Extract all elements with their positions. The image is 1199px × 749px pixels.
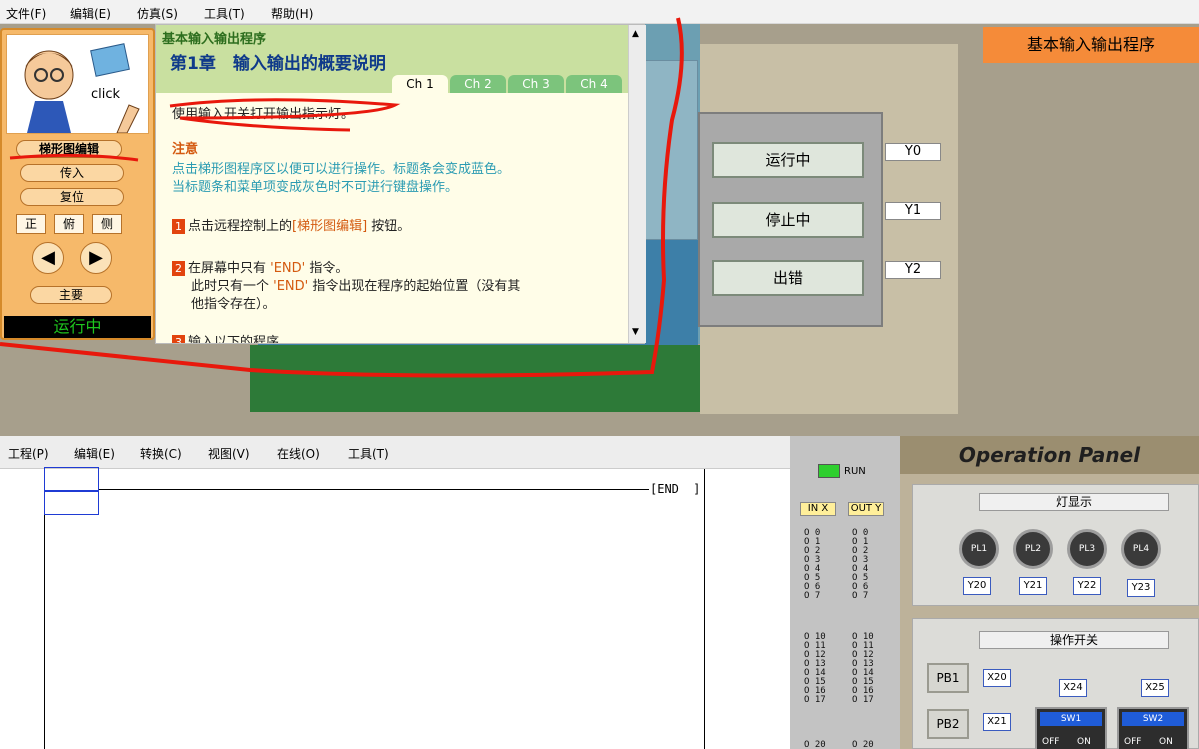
sw1-switch[interactable]: SW1 OFF ON — [1035, 707, 1107, 749]
run-led — [818, 464, 840, 478]
lamp-tag-y22: Y22 — [1073, 577, 1101, 595]
menu-editor-edit[interactable]: 编辑(E) — [74, 445, 115, 462]
input-led-row: O 20 — [804, 740, 826, 749]
operation-panel: Operation Panel 灯显示 PL1 PL2 PL3 PL4 Y20 … — [900, 436, 1199, 749]
io-monitor-panel: RUN IN X OUT Y O 0O 0O 1O 1O 2O 2O 3O 3O… — [790, 436, 900, 749]
menu-convert[interactable]: 转换(C) — [140, 445, 182, 462]
end-rung-line — [99, 489, 649, 490]
input-led-row: O 7 — [804, 591, 821, 601]
output-led-row: O 7 — [852, 591, 869, 601]
ladder-editor-area[interactable] — [0, 469, 790, 749]
sw1-off[interactable]: OFF — [1042, 737, 1059, 747]
switch-section: 操作开关 PB1 X20 X24 X25 PB2 X21 SW1 OFF ON … — [912, 618, 1199, 749]
menu-view[interactable]: 视图(V) — [208, 445, 250, 462]
sw2-label: SW2 — [1122, 712, 1184, 726]
x24-tag: X24 — [1059, 679, 1087, 697]
sw2-off[interactable]: OFF — [1124, 737, 1141, 747]
end-bracket: ] — [694, 482, 699, 496]
menu-editor-tools[interactable]: 工具(T) — [348, 445, 389, 462]
end-instruction: [END — [650, 482, 679, 496]
sw2-switch[interactable]: SW2 OFF ON — [1117, 707, 1189, 749]
x25-tag: X25 — [1141, 679, 1169, 697]
sw1-on[interactable]: ON — [1077, 737, 1091, 747]
sw1-label: SW1 — [1040, 712, 1102, 726]
pb2-button[interactable]: PB2 — [927, 709, 969, 739]
lamp-tag-y20: Y20 — [963, 577, 991, 595]
menu-project[interactable]: 工程(P) — [8, 445, 49, 462]
output-y-label: OUT Y — [848, 502, 884, 516]
lamp-tag-y21: Y21 — [1019, 577, 1047, 595]
right-power-rail — [704, 469, 705, 749]
pb2-tag: X21 — [983, 713, 1011, 731]
sw2-on[interactable]: ON — [1159, 737, 1173, 747]
input-led-row: O 17 — [804, 695, 826, 705]
output-led-row: O 17 — [852, 695, 874, 705]
lamp-pl1: PL1 — [959, 529, 999, 569]
pb1-tag: X20 — [983, 669, 1011, 687]
ladder-editor-menu: 工程(P) 编辑(E) 转换(C) 视图(V) 在线(O) 工具(T) — [0, 436, 790, 469]
run-label: RUN — [844, 466, 866, 477]
lamp-section-title: 灯显示 — [979, 493, 1169, 511]
menu-online[interactable]: 在线(O) — [277, 445, 320, 462]
operation-panel-title: Operation Panel — [900, 436, 1199, 474]
switch-section-title: 操作开关 — [979, 631, 1169, 649]
lamp-tag-y23: Y23 — [1127, 579, 1155, 597]
output-led-row: O 20 — [852, 740, 874, 749]
pb1-button[interactable]: PB1 — [927, 663, 969, 693]
lamp-pl2: PL2 — [1013, 529, 1053, 569]
ladder-cursor[interactable] — [44, 467, 99, 491]
lamp-section: 灯显示 PL1 PL2 PL3 PL4 Y20 Y21 Y22 Y23 — [912, 484, 1199, 606]
input-x-label: IN X — [800, 502, 836, 516]
lamp-pl4: PL4 — [1121, 529, 1161, 569]
ladder-cursor-cell[interactable] — [44, 491, 99, 515]
lamp-pl3: PL3 — [1067, 529, 1107, 569]
